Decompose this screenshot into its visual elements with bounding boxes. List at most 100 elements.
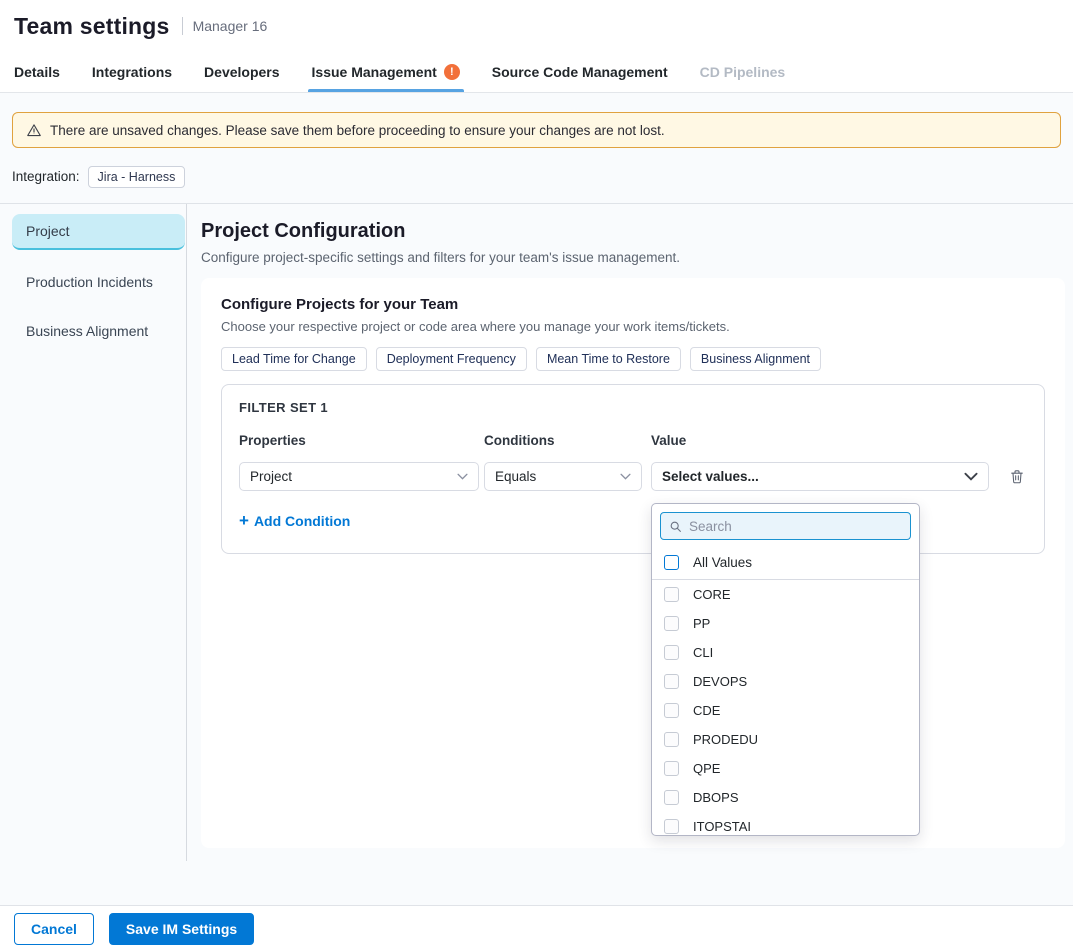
filter-column-headers: Properties Conditions Value [239,433,1027,448]
value-column: Select values... [651,462,989,491]
tab-details[interactable]: Details [14,52,60,92]
main-panel: Project Configuration Configure project-… [187,204,1073,861]
all-values-label: All Values [693,555,752,570]
section-title: Project Configuration [201,220,1065,243]
content-area: There are unsaved changes. Please save t… [0,93,1073,905]
tab-issue-management[interactable]: Issue Management ! [312,52,460,92]
sidebar-item-production-incidents[interactable]: Production Incidents [12,265,185,299]
search-icon [669,520,682,533]
sidebar-item-project[interactable]: Project [12,214,185,250]
option-cli[interactable]: CLI [652,638,919,667]
integration-row: Integration: Jira - Harness [12,163,1061,190]
team-name-label: Manager 16 [193,18,268,34]
metric-chips: Lead Time for Change Deployment Frequenc… [221,347,1045,371]
option-label: QPE [693,761,720,776]
value-select-placeholder: Select values... [662,469,759,484]
option-label: CDE [693,703,720,718]
chip-deployment-frequency[interactable]: Deployment Frequency [376,347,527,371]
sidebar-item-business-alignment[interactable]: Business Alignment [12,314,185,348]
option-qpe[interactable]: QPE [652,754,919,783]
title-separator [182,17,183,35]
content-split: Project Production Incidents Business Al… [0,203,1073,861]
option-checkbox[interactable] [664,819,679,834]
tab-integrations-label: Integrations [92,64,172,80]
dropdown-search [660,512,911,540]
filter-set-title: FILTER SET 1 [239,400,1027,415]
tab-bar: Details Integrations Developers Issue Ma… [0,52,1073,93]
chip-business-alignment[interactable]: Business Alignment [690,347,821,371]
property-select[interactable]: Project [239,462,479,491]
option-label: DBOPS [693,790,739,805]
integration-chip[interactable]: Jira - Harness [88,166,186,188]
tab-developers[interactable]: Developers [204,52,279,92]
filter-set-card: FILTER SET 1 Properties Conditions Value… [221,384,1045,554]
column-header-value: Value [651,433,989,448]
tab-integrations[interactable]: Integrations [92,52,172,92]
integration-label: Integration: [12,169,80,184]
option-label: DEVOPS [693,674,747,689]
cancel-button[interactable]: Cancel [14,913,94,945]
add-condition-button[interactable]: + Add Condition [239,512,350,529]
page-header: Team settings Manager 16 [0,0,1073,52]
property-select-value: Project [250,469,292,484]
value-dropdown-panel: All Values CORE PP [651,503,920,836]
sidebar-item-business-alignment-label: Business Alignment [26,323,148,339]
chevron-down-icon [620,473,631,480]
option-label: ITOPSTAI [693,819,751,834]
unsaved-changes-banner: There are unsaved changes. Please save t… [12,112,1061,148]
column-header-properties: Properties [239,433,479,448]
option-checkbox[interactable] [664,674,679,689]
tab-cd-pipelines-label: CD Pipelines [700,64,786,80]
all-values-checkbox[interactable] [664,555,679,570]
option-checkbox[interactable] [664,703,679,718]
sidebar-item-production-incidents-label: Production Incidents [26,274,153,290]
add-condition-label: Add Condition [254,513,350,529]
option-prodedu[interactable]: PRODEDU [652,725,919,754]
sidebar: Project Production Incidents Business Al… [0,204,187,861]
option-checkbox[interactable] [664,761,679,776]
save-im-settings-button[interactable]: Save IM Settings [109,913,254,945]
tab-issue-management-label: Issue Management [312,64,437,80]
option-checkbox[interactable] [664,732,679,747]
option-checkbox[interactable] [664,616,679,631]
chevron-down-icon [457,473,468,480]
option-pp[interactable]: PP [652,609,919,638]
footer-action-bar: Cancel Save IM Settings [0,905,1073,951]
option-label: PP [693,616,710,631]
condition-select[interactable]: Equals [484,462,642,491]
section-subtitle: Configure project-specific settings and … [201,250,1065,265]
unsaved-changes-badge-icon: ! [444,64,460,80]
tab-source-code-management[interactable]: Source Code Management [492,52,668,92]
option-checkbox[interactable] [664,587,679,602]
warning-triangle-icon [26,123,42,138]
trash-icon [1009,468,1025,485]
option-label: PRODEDU [693,732,758,747]
option-devops[interactable]: DEVOPS [652,667,919,696]
chip-mean-time-to-restore[interactable]: Mean Time to Restore [536,347,681,371]
all-values-option[interactable]: All Values [652,548,919,580]
tab-source-code-management-label: Source Code Management [492,64,668,80]
card-title: Configure Projects for your Team [221,296,1045,313]
banner-text: There are unsaved changes. Please save t… [50,123,665,138]
search-input[interactable] [689,519,902,534]
option-itopstai[interactable]: ITOPSTAI [652,812,919,836]
condition-select-value: Equals [495,469,536,484]
tab-details-label: Details [14,64,60,80]
delete-condition-button[interactable] [1007,466,1027,487]
chip-lead-time-for-change[interactable]: Lead Time for Change [221,347,367,371]
value-select[interactable]: Select values... [651,462,989,491]
page-title: Team settings [14,13,170,40]
configure-projects-card: Configure Projects for your Team Choose … [201,278,1065,848]
filter-condition-row: Project Equals [239,462,1027,491]
column-header-conditions: Conditions [484,433,642,448]
option-checkbox[interactable] [664,790,679,805]
tab-cd-pipelines: CD Pipelines [700,52,786,92]
tab-developers-label: Developers [204,64,279,80]
option-cde[interactable]: CDE [652,696,919,725]
option-label: CLI [693,645,713,660]
chevron-down-icon [964,472,978,481]
option-checkbox[interactable] [664,645,679,660]
option-label: CORE [693,587,731,602]
option-dbops[interactable]: DBOPS [652,783,919,812]
option-core[interactable]: CORE [652,580,919,609]
